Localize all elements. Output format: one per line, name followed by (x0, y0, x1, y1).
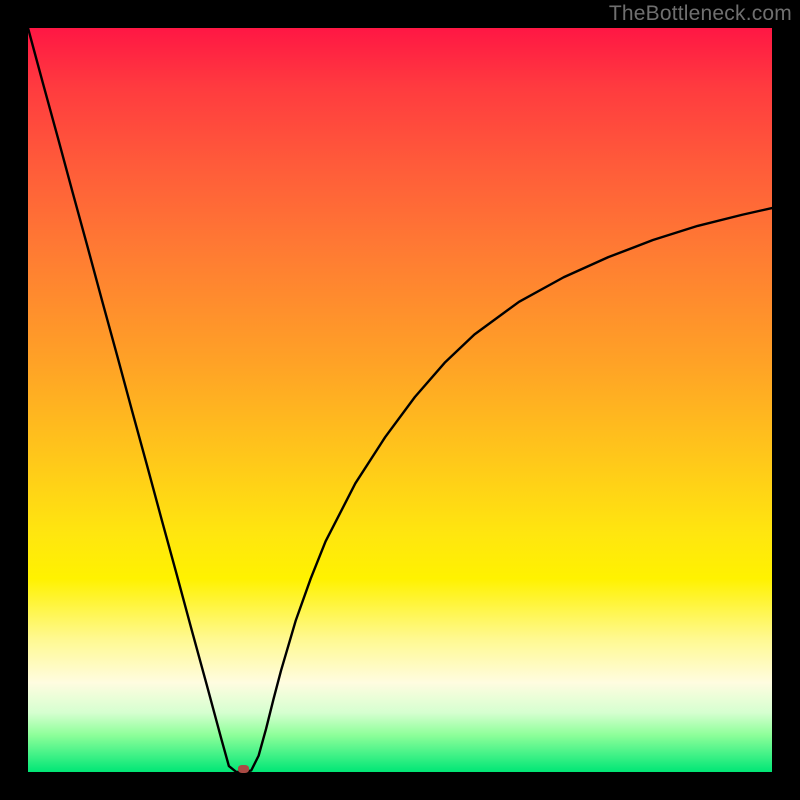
plot-area (28, 28, 772, 772)
watermark-text: TheBottleneck.com (609, 2, 792, 26)
optimal-marker (238, 765, 249, 773)
chart-frame: { "watermark": "TheBottleneck.com", "col… (0, 0, 800, 800)
bottleneck-curve (28, 28, 772, 772)
